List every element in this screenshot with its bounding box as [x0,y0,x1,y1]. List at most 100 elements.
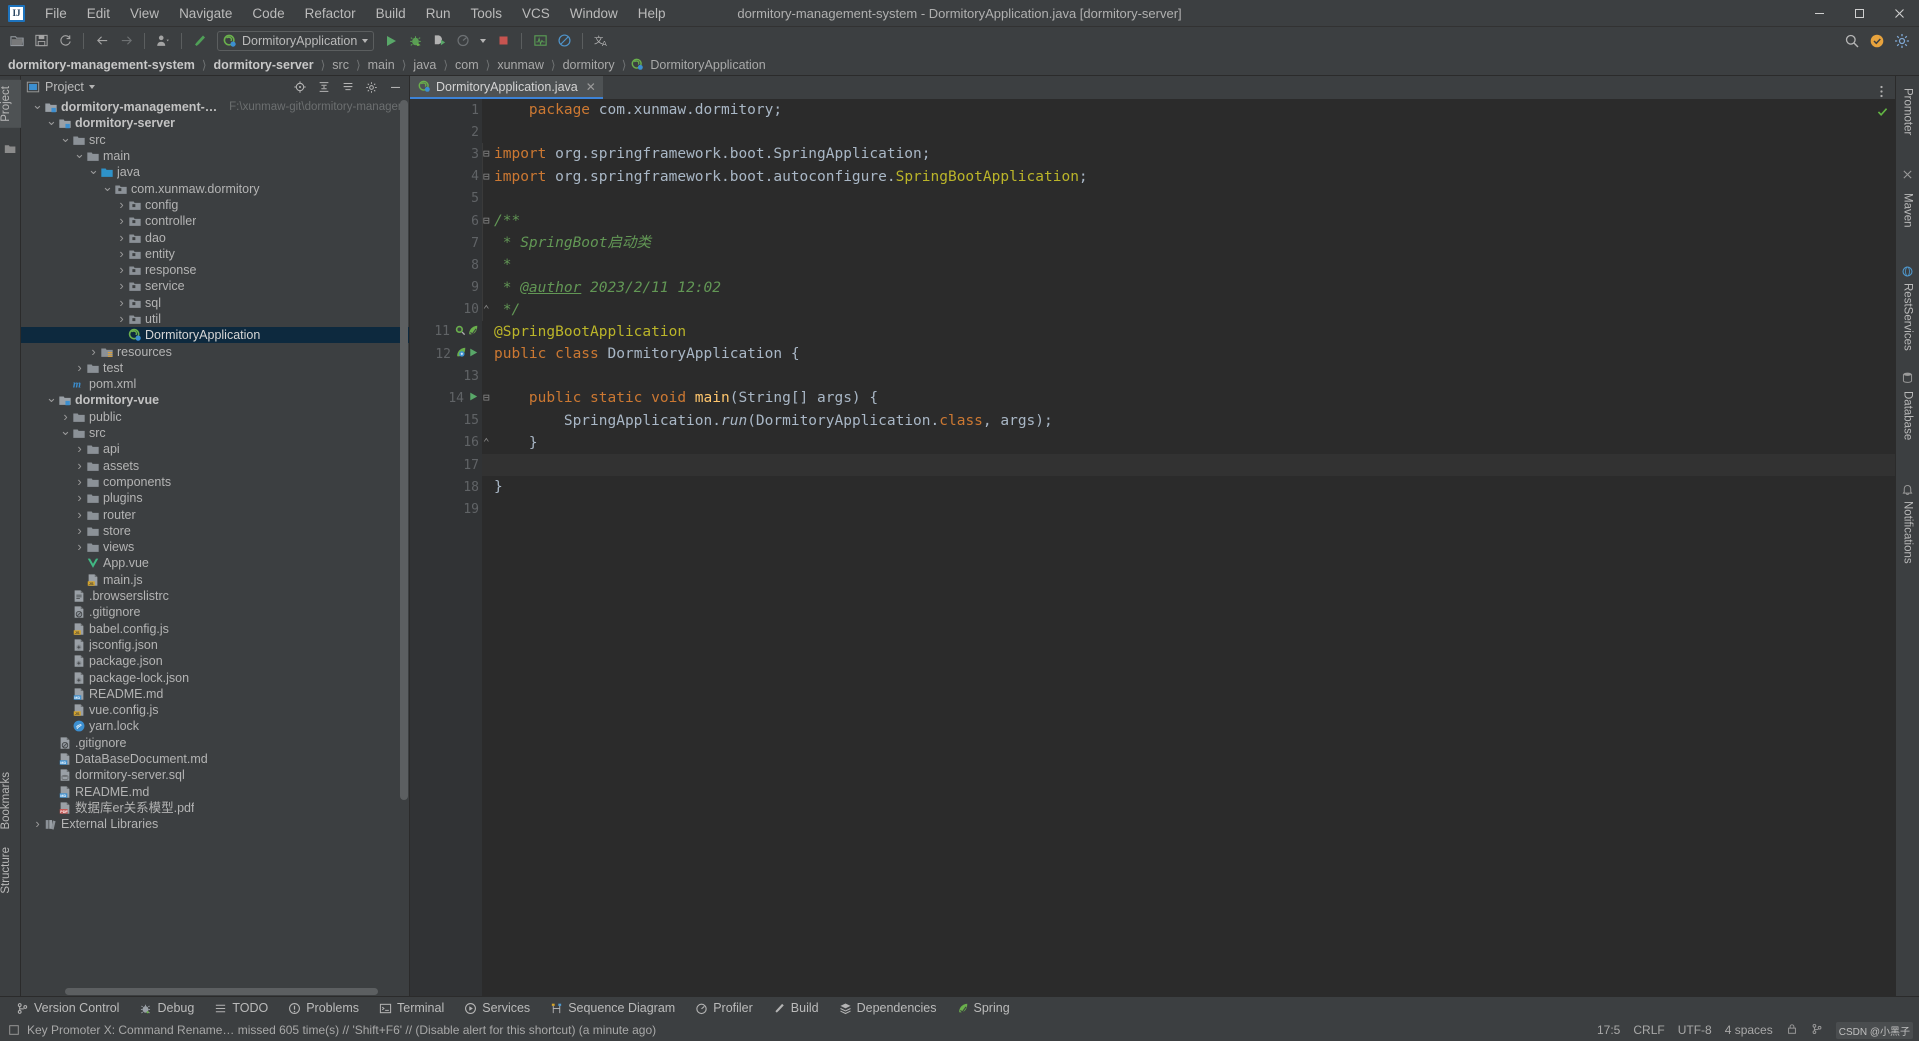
sidebar-tab-notifications[interactable]: Notifications [1902,494,1914,571]
navigate-forward-icon[interactable] [115,30,137,52]
tool-window-debug[interactable]: Debug [129,997,204,1019]
code-line[interactable] [482,188,1895,210]
tree-row[interactable]: › router [21,506,409,522]
code-line[interactable]: * [482,254,1895,276]
sidebar-tab-structure[interactable]: Structure [0,841,21,900]
code-fold-marker[interactable]: ⌃ [483,299,490,321]
navigate-back-icon[interactable] [91,30,113,52]
breadcrumb-item-8[interactable]: DormitoryApplication [648,58,767,72]
gutter-line[interactable]: 16 [410,432,482,454]
user-icon[interactable] [152,30,174,52]
tool-window-todo[interactable]: TODO [204,997,278,1019]
sidebar-tab-project[interactable]: Project [0,80,21,128]
tree-expand-arrow[interactable]: › [74,360,85,376]
tree-row[interactable]: › test [21,360,409,376]
tree-expand-arrow[interactable]: › [74,490,85,506]
gutter-line[interactable]: 18 [410,476,482,498]
breadcrumb-item-7[interactable]: dormitory [561,58,617,72]
code-line[interactable]: ⌃ } [482,432,1895,454]
folder-icon[interactable] [4,142,17,155]
editor-viewport[interactable]: 1 2 3 4 5 6 7 8 9 10 11 12 13 14 15 16 17 18 19 package co… [410,99,1895,996]
updates-badge-icon[interactable] [1866,30,1888,52]
menu-navigate[interactable]: Navigate [169,2,242,25]
sidebar-tab-rest-services[interactable]: RestServices [1902,276,1914,358]
memory-indicator-icon[interactable] [6,1024,21,1036]
tree-row[interactable]: App.vue [21,555,409,571]
tree-row[interactable]: › resources [21,343,409,359]
tree-row[interactable]: › service [21,278,409,294]
menu-edit[interactable]: Edit [77,2,120,25]
spring-bean-icon[interactable] [455,346,467,362]
tree-expand-arrow[interactable]: ⌄ [60,423,71,439]
code-line[interactable] [482,365,1895,387]
tree-row[interactable]: › controller [21,213,409,229]
database-icon[interactable] [1900,370,1915,385]
tree-expand-arrow[interactable]: › [116,246,127,262]
tree-row[interactable]: › views [21,539,409,555]
tree-row-selected[interactable]: DormitoryApplication [21,327,409,344]
gutter-line[interactable]: 15 [410,410,482,432]
code-line[interactable]: ⌃ */ [482,299,1895,321]
editor-gutter[interactable]: 1 2 3 4 5 6 7 8 9 10 11 12 13 14 15 16 17 18 19 [410,99,482,996]
tree-row[interactable]: ⌄ dormitory-server [21,113,409,131]
tree-expand-arrow[interactable]: › [116,295,127,311]
code-fold-marker[interactable]: ⊟ [483,210,490,232]
maximize-button[interactable] [1839,0,1879,26]
gear-icon[interactable] [1891,30,1913,52]
code-fold-marker[interactable]: ⊟ [483,166,490,188]
translate-icon[interactable]: 文A [590,30,612,52]
gutter-line[interactable]: 8 [410,254,482,276]
tree-row[interactable]: JS babel.config.js [21,621,409,637]
tree-row[interactable]: .gitignore [21,735,409,751]
tree-expand-arrow[interactable]: ⌄ [74,146,85,162]
spring-leaf-icon[interactable] [467,324,479,340]
sidebar-tab-maven[interactable]: Maven [1902,186,1914,235]
tree-row[interactable]: MD DataBaseDocument.md [21,751,409,767]
profile-run-button[interactable] [452,30,474,52]
chevron-down-icon[interactable] [88,85,95,89]
gutter-line[interactable]: 13 [410,365,482,387]
tree-expand-arrow[interactable]: › [74,458,85,474]
tree-row[interactable]: package.json [21,653,409,669]
tree-row[interactable]: › entity [21,246,409,262]
tree-row[interactable]: PDF 数据库er关系模型.pdf [21,800,409,816]
breadcrumb-item-5[interactable]: com [453,58,481,72]
tool-window-dependencies[interactable]: Dependencies [829,997,947,1019]
close-button[interactable] [1879,0,1919,26]
code-fold-marker[interactable]: ⊟ [483,143,490,165]
tool-window-terminal[interactable]: Terminal [369,997,454,1019]
code-line[interactable]: * SpringBoot启动类 [482,232,1895,254]
gutter-line[interactable]: 14 [410,387,482,409]
indent-setting[interactable]: 4 spaces [1725,1023,1773,1037]
tree-expand-arrow[interactable]: ⌄ [60,130,71,146]
tree-expand-arrow[interactable]: ⌄ [88,162,99,178]
code-line[interactable]: public class DormitoryApplication { [482,343,1895,365]
bean-icon[interactable] [454,324,466,340]
expand-all-icon[interactable] [314,78,333,97]
run-with-coverage-button[interactable] [428,30,450,52]
tool-window-services[interactable]: Services [454,997,540,1019]
breadcrumb-item-2[interactable]: src [330,58,351,72]
menu-code[interactable]: Code [242,2,294,25]
tree-expand-arrow[interactable]: ⌄ [102,179,113,195]
run-triangle-icon[interactable] [468,347,479,362]
tree-row[interactable]: ⌄ main [21,146,409,164]
main-menu[interactable]: File Edit View Navigate Code Refactor Bu… [35,2,676,25]
stop-button[interactable] [492,30,514,52]
gutter-line[interactable]: 9 [410,277,482,299]
code-line[interactable] [482,454,1895,477]
tree-row[interactable]: › sql [21,295,409,311]
code-line[interactable]: ⊟ public static void main(String[] args)… [482,387,1895,409]
no-entry-icon[interactable] [553,30,575,52]
tree-expand-arrow[interactable]: › [32,816,43,832]
inspection-status-icon[interactable] [1876,105,1889,122]
gutter-line[interactable]: 1 [410,99,482,121]
sidebar-tab-promoter[interactable]: Promoter [1902,81,1914,142]
activity-monitor-icon[interactable] [529,30,551,52]
refresh-icon[interactable] [54,30,76,52]
tree-expand-arrow[interactable]: › [116,230,127,246]
minimize-button[interactable] [1799,0,1839,26]
collapse-all-icon[interactable] [338,78,357,97]
menu-vcs[interactable]: VCS [512,2,560,25]
tree-expand-arrow[interactable]: ⌄ [32,98,43,113]
